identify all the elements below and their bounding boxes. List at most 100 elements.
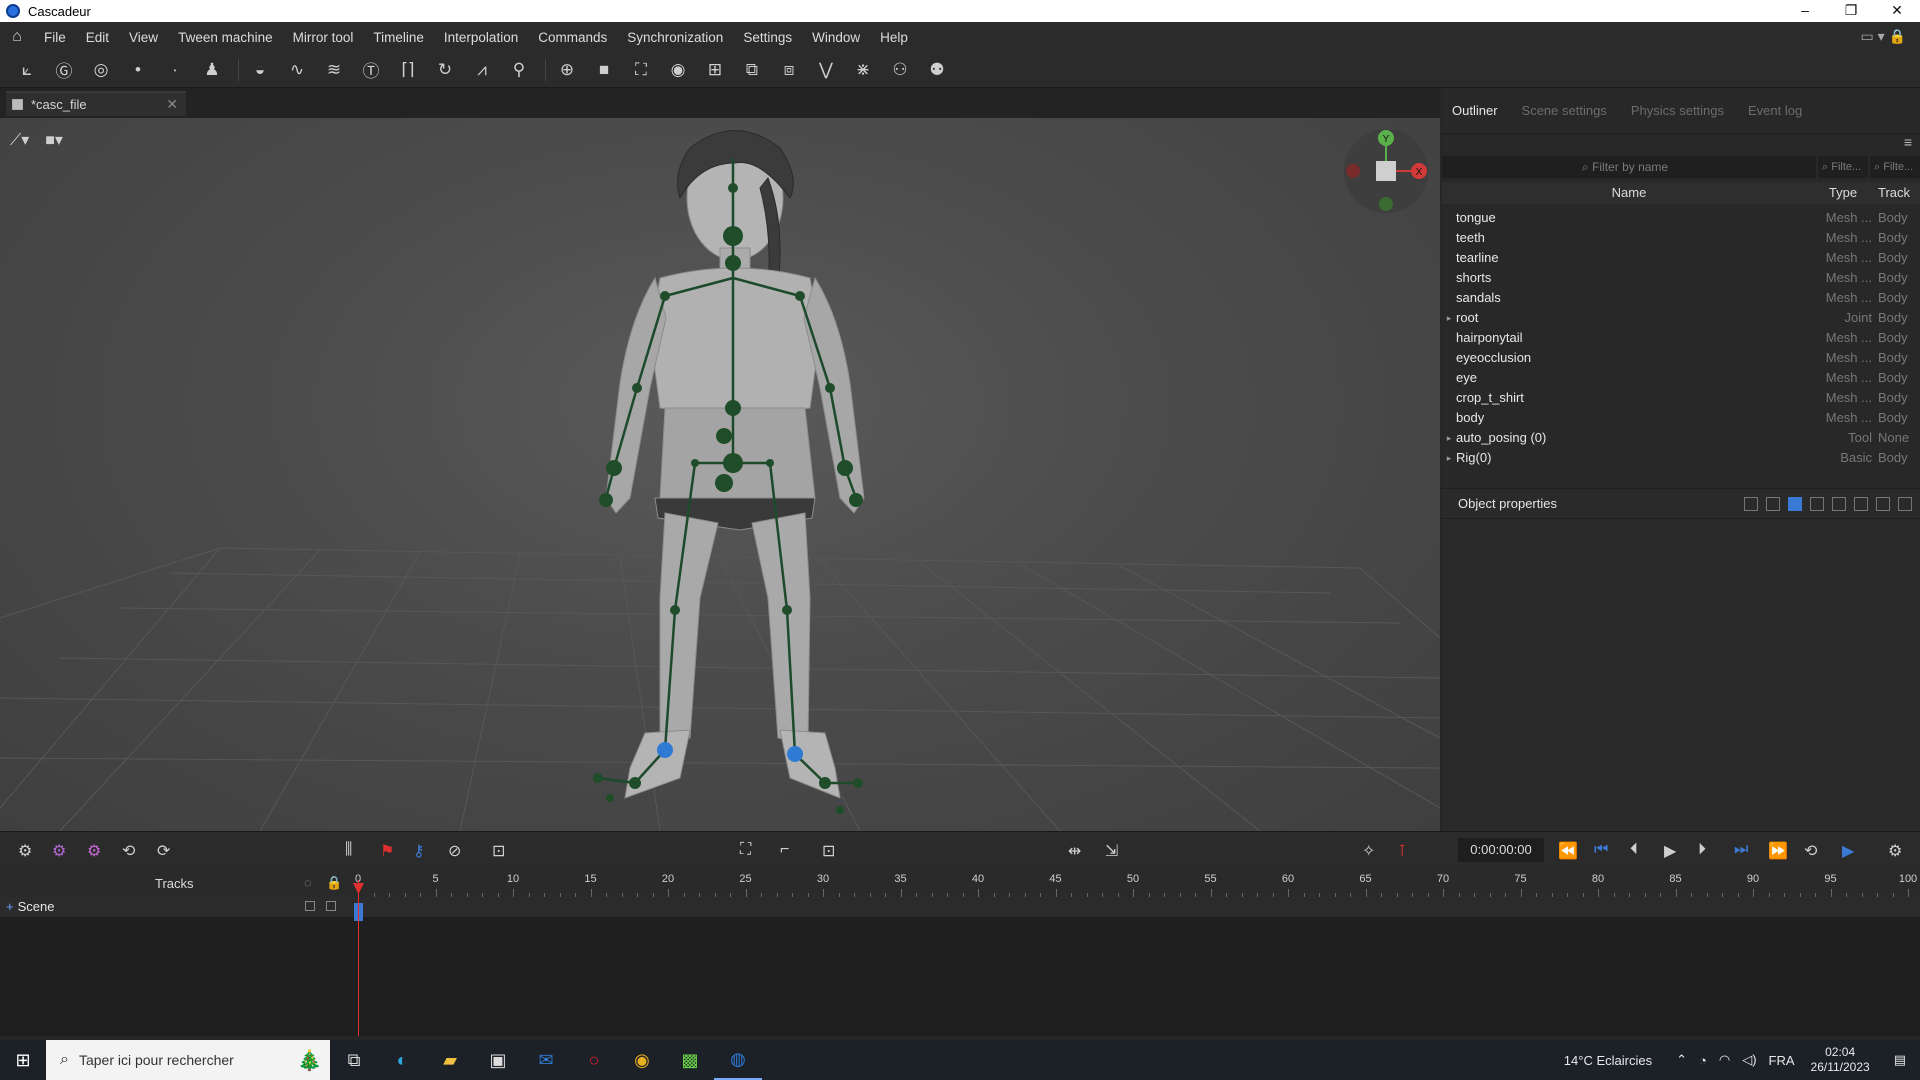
camera-icon[interactable]: ■: [591, 57, 617, 83]
timeline-ruler[interactable]: 0 5 10 15 20 25 30 35 40 45 50 55 60 65 70 75 80 85 90 95 10…: [350, 869, 1920, 897]
brush-icon[interactable]: ◒: [247, 57, 273, 83]
spiral-icon[interactable]: ◉: [665, 57, 691, 83]
hamburger-menu-icon[interactable]: ≡: [1904, 134, 1912, 150]
prop-grid-icon[interactable]: [1810, 497, 1824, 511]
tab-outliner[interactable]: Outliner: [1452, 103, 1498, 118]
tab-scene-settings[interactable]: Scene settings: [1522, 103, 1607, 118]
expand-arrow-icon[interactable]: [1442, 348, 1456, 368]
axis-icon[interactable]: ⟀: [14, 57, 40, 83]
marker-icon[interactable]: ⊺: [1398, 841, 1406, 861]
people-icon[interactable]: ⚇: [887, 57, 913, 83]
notifications-icon[interactable]: ▤: [1894, 1052, 1906, 1068]
close-tab-icon[interactable]: ✕: [166, 96, 178, 113]
edge-icon[interactable]: ◐: [378, 1040, 426, 1080]
clock[interactable]: 02:04 26/11/2023: [1811, 1045, 1870, 1075]
cascadeur-taskbar-icon[interactable]: ◍: [714, 1040, 762, 1080]
prop-eye-icon[interactable]: [1854, 497, 1868, 511]
play-mode-icon[interactable]: ▶: [1842, 841, 1854, 861]
outliner-row[interactable]: sandals Mesh ... Body: [1442, 288, 1920, 308]
menu-settings[interactable]: Settings: [733, 30, 802, 45]
timecode-display[interactable]: 0:00:00:00: [1458, 838, 1544, 862]
pivot-icon[interactable]: ⊕: [554, 57, 580, 83]
outliner-row[interactable]: shorts Mesh ... Body: [1442, 268, 1920, 288]
menu-timeline[interactable]: Timeline: [363, 30, 434, 45]
go-start-icon[interactable]: ⏮: [1594, 841, 1608, 859]
track-area[interactable]: + Scene: [0, 897, 1920, 1036]
fast-forward-icon[interactable]: ⏩: [1768, 841, 1788, 861]
visibility-toggle-icon[interactable]: ◌: [304, 875, 312, 890]
menu-interpolation[interactable]: Interpolation: [434, 30, 528, 45]
trajectory-icon[interactable]: ≋: [321, 57, 347, 83]
next-frame-icon[interactable]: ⏵: [1698, 841, 1706, 859]
lock-icon[interactable]: 🔒: [326, 875, 342, 891]
loop-a-icon[interactable]: ⟲: [122, 841, 135, 861]
column-track[interactable]: Track: [1870, 182, 1918, 204]
loop-b-icon[interactable]: ⟳: [157, 841, 170, 861]
expand-arrow-icon[interactable]: ▸: [1442, 448, 1456, 468]
ik-left-icon[interactable]: ⊡: [492, 841, 505, 861]
expand-arrow-icon[interactable]: [1442, 228, 1456, 248]
expand-arrow-icon[interactable]: [1442, 328, 1456, 348]
wifi-icon[interactable]: ◠: [1719, 1052, 1730, 1068]
outliner-row[interactable]: tongue Mesh ... Body: [1442, 208, 1920, 228]
curve-icon[interactable]: ∿: [284, 57, 310, 83]
outliner-row[interactable]: hairponytail Mesh ... Body: [1442, 328, 1920, 348]
range-icon[interactable]: ⇹: [1068, 841, 1081, 861]
interp-purple-icon[interactable]: ⚙: [52, 841, 66, 861]
autopose-icon[interactable]: ⚉: [924, 57, 950, 83]
expand-arrow-icon[interactable]: [1442, 388, 1456, 408]
maximize-button[interactable]: ❐: [1828, 0, 1874, 22]
key-icon[interactable]: ⚷: [413, 841, 425, 861]
scene-track-row[interactable]: + Scene: [0, 897, 1920, 917]
loop-play-icon[interactable]: ⟲: [1804, 841, 1817, 861]
column-name[interactable]: Name: [1442, 182, 1816, 204]
outliner-row[interactable]: tearline Mesh ... Body: [1442, 248, 1920, 268]
scene-visible-checkbox[interactable]: [305, 901, 315, 911]
doc-tab-casc-file[interactable]: *casc_file ✕: [6, 91, 186, 116]
prop-collapse-icon[interactable]: [1898, 497, 1912, 511]
network-icon[interactable]: ◔: [1699, 1053, 1707, 1068]
expand-arrow-icon[interactable]: [1442, 268, 1456, 288]
outliner-row[interactable]: crop_t_shirt Mesh ... Body: [1442, 388, 1920, 408]
close-window-button[interactable]: ✕: [1874, 0, 1920, 22]
nvidia-app-icon[interactable]: ▩: [666, 1040, 714, 1080]
opera-icon[interactable]: ○: [570, 1040, 618, 1080]
range-end-icon[interactable]: ⇲: [1105, 841, 1118, 861]
play-icon[interactable]: ▶: [1664, 841, 1676, 861]
frame-icon[interactable]: ⛶: [628, 57, 654, 83]
point-alt-icon[interactable]: ∙: [162, 57, 188, 83]
snap-icon[interactable]: ✧: [1362, 841, 1375, 861]
chrome-icon[interactable]: ◉: [618, 1040, 666, 1080]
expand-arrow-icon[interactable]: [1442, 208, 1456, 228]
file-explorer-icon[interactable]: ▰: [426, 1040, 474, 1080]
language-indicator[interactable]: FRA: [1769, 1053, 1795, 1068]
outliner-row[interactable]: ▸ Rig(0) Basic Body: [1442, 448, 1920, 468]
mirror-icon[interactable]: ⋁: [813, 57, 839, 83]
character-icon[interactable]: ♟: [199, 57, 225, 83]
copy-icon[interactable]: ⧉: [739, 57, 765, 83]
target-icon[interactable]: ◎: [88, 57, 114, 83]
playhead-line[interactable]: [358, 880, 359, 1036]
expand-arrow-icon[interactable]: ▸: [1442, 428, 1456, 448]
prop-export-icon[interactable]: [1876, 497, 1890, 511]
outliner-row[interactable]: eyeocclusion Mesh ... Body: [1442, 348, 1920, 368]
filter-type-input[interactable]: ⌕ Filte...: [1818, 156, 1868, 178]
expand-arrow-icon[interactable]: [1442, 408, 1456, 428]
expand-arrow-icon[interactable]: [1442, 248, 1456, 268]
menu-mirror-tool[interactable]: Mirror tool: [283, 30, 364, 45]
outliner-row[interactable]: body Mesh ... Body: [1442, 408, 1920, 428]
outliner-row[interactable]: ▸ root Joint Body: [1442, 308, 1920, 328]
menu-commands[interactable]: Commands: [528, 30, 617, 45]
ik-right-icon[interactable]: ⊡: [822, 841, 835, 861]
split-icon[interactable]: ⫼: [345, 841, 352, 859]
scene-lock-checkbox[interactable]: [326, 901, 336, 911]
flag-icon[interactable]: ⚑: [380, 841, 394, 861]
group-icon[interactable]: Ⓖ: [51, 57, 77, 83]
home-icon[interactable]: ⌂: [0, 28, 34, 46]
prop-filter-icon[interactable]: [1744, 497, 1758, 511]
menu-tween-machine[interactable]: Tween machine: [168, 30, 283, 45]
task-view-icon[interactable]: ⧉: [330, 1040, 378, 1080]
pose-icon[interactable]: ⩘: [469, 57, 495, 83]
settings-gear-icon[interactable]: ⚙: [1888, 841, 1902, 861]
outliner-row[interactable]: ▸ auto_posing (0) Tool None: [1442, 428, 1920, 448]
